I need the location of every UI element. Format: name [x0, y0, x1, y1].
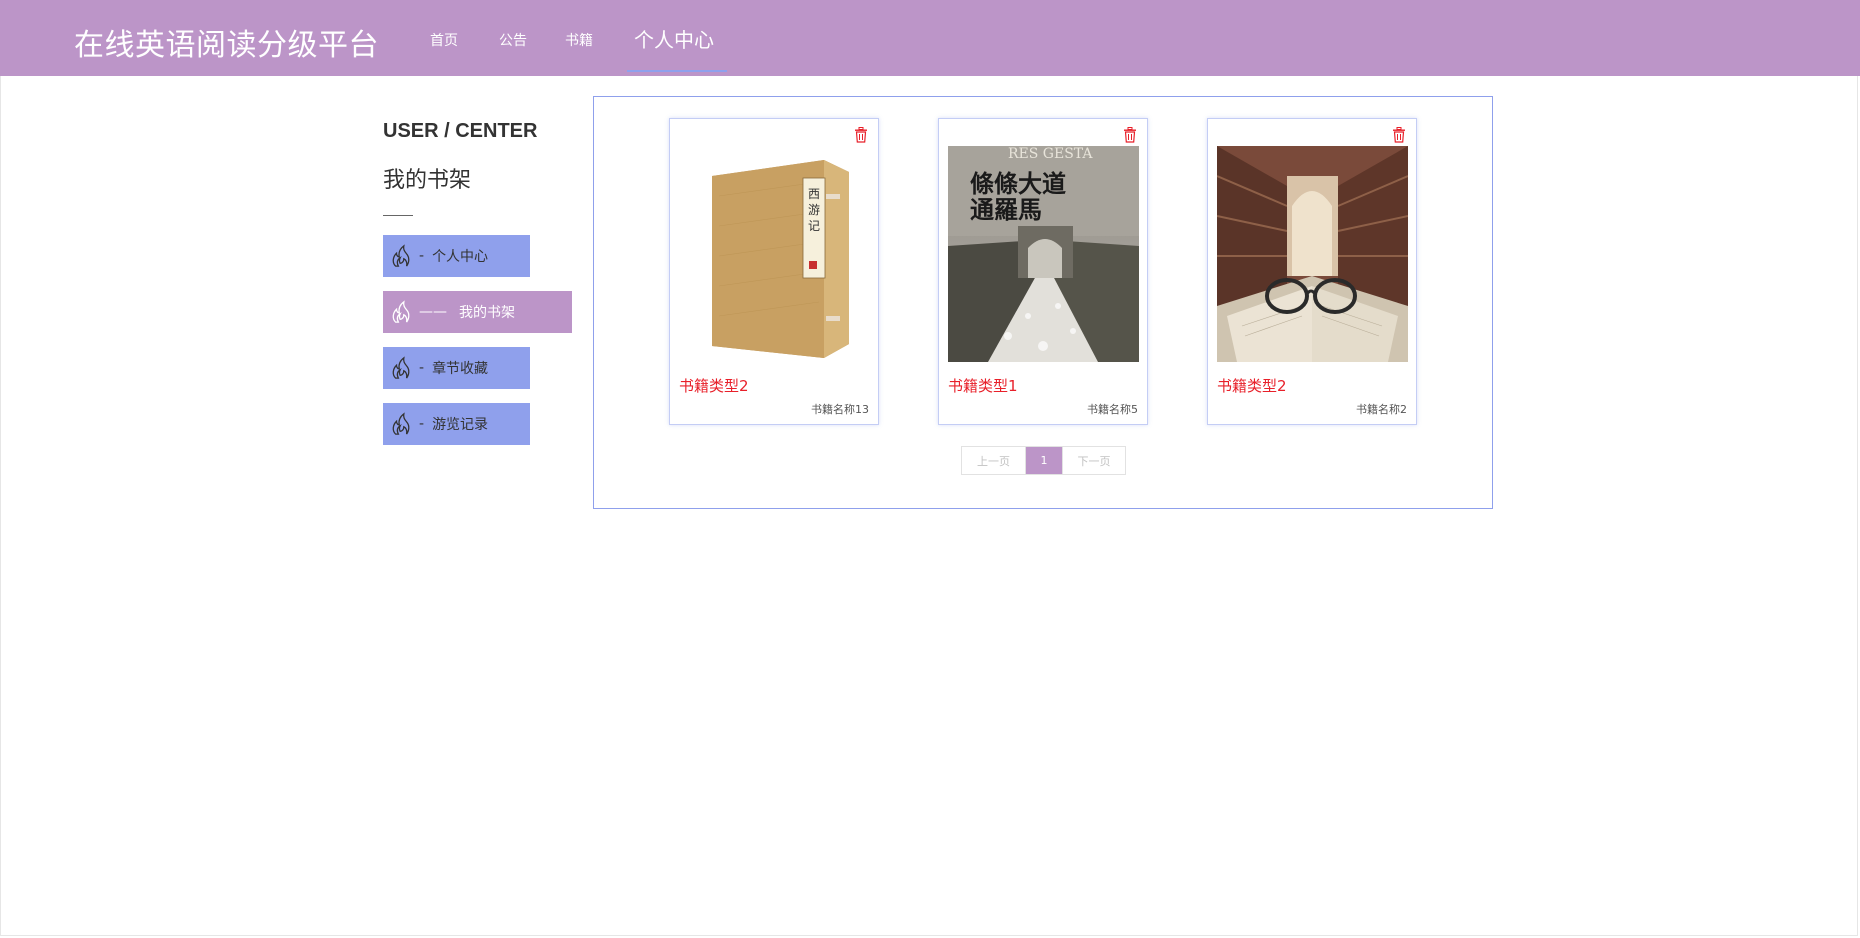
trash-icon[interactable] — [854, 127, 868, 143]
cover-title-char: 西 — [808, 187, 820, 201]
next-page-button[interactable]: 下一页 — [1062, 447, 1125, 474]
sidebar-divider — [383, 215, 413, 216]
book-cover[interactable] — [1217, 146, 1408, 362]
cover-latin-text: RES GESTA — [1008, 146, 1093, 162]
prev-page-button[interactable]: 上一页 — [962, 447, 1026, 474]
sidebar-item-my-bookshelf[interactable]: —— 我的书架 — [383, 291, 572, 333]
nav-books[interactable]: 书籍 — [565, 30, 593, 50]
sidebar-title-en: USER / CENTER — [383, 120, 538, 142]
sidebar-item-dash: - — [419, 248, 425, 264]
sidebar-item-browse-history[interactable]: - 游览记录 — [383, 403, 530, 445]
book-card[interactable]: 书籍类型2 书籍名称2 — [1207, 118, 1417, 425]
pagination: 上一页 1 下一页 — [961, 446, 1126, 475]
nav-active-indicator — [627, 70, 727, 72]
book-cover[interactable]: RES GESTA 條條大道 通羅馬 — [948, 146, 1139, 362]
book-name: 书籍名称5 — [1087, 403, 1138, 416]
current-page[interactable]: 1 — [1026, 447, 1062, 474]
flame-icon — [392, 244, 410, 267]
cover-title-char: 记 — [808, 219, 820, 233]
cover-title-char: 游 — [808, 203, 820, 217]
book-cover[interactable]: 西 游 记 — [679, 146, 870, 362]
sidebar-item-label: 我的书架 — [459, 305, 515, 321]
sidebar-title-cn: 我的书架 — [383, 168, 472, 193]
sidebar-item-user-center[interactable]: - 个人中心 — [383, 235, 530, 277]
book-name: 书籍名称2 — [1356, 403, 1407, 416]
sidebar-item-chapter-favorites[interactable]: - 章节收藏 — [383, 347, 530, 389]
trash-icon[interactable] — [1392, 127, 1406, 143]
book-type[interactable]: 书籍类型1 — [948, 375, 1018, 396]
cover-title-line-2: 通羅馬 — [970, 195, 1042, 224]
sidebar-item-dash: - — [419, 360, 425, 376]
flame-icon — [392, 412, 410, 435]
flame-icon — [392, 356, 410, 379]
site-title[interactable]: 在线英语阅读分级平台 — [74, 20, 379, 64]
boxed-book-xiyouji-cover: 西 游 记 — [679, 146, 870, 362]
nav-announcement[interactable]: 公告 — [499, 30, 527, 50]
book-name: 书籍名称13 — [811, 403, 869, 416]
flame-icon — [392, 300, 410, 323]
nav-home[interactable]: 首页 — [430, 30, 458, 50]
sidebar-item-dash: —— — [419, 304, 447, 320]
book-card[interactable]: RES GESTA 條條大道 通羅馬 书籍类型1 书籍名称5 — [938, 118, 1148, 425]
sidebar-item-label: 章节收藏 — [432, 361, 489, 377]
cover-title-line-1: 條條大道 — [970, 169, 1066, 198]
book-type[interactable]: 书籍类型2 — [679, 375, 749, 396]
sidebar-item-dash: - — [419, 416, 425, 432]
book-card[interactable]: 西 游 记 书籍类型2 书籍名称13 — [669, 118, 879, 425]
roman-road-book-cover: RES GESTA 條條大道 通羅馬 — [948, 146, 1139, 362]
sidebar-item-label: 游览记录 — [432, 417, 489, 433]
sidebar-item-label: 个人中心 — [432, 249, 489, 265]
book-type[interactable]: 书籍类型2 — [1217, 375, 1287, 396]
trash-icon[interactable] — [1123, 127, 1137, 143]
bookshelf-panel: 西 游 记 书籍类型2 书籍名称13 RES GESTA 條條大道 通羅馬 书籍… — [593, 96, 1493, 509]
library-glasses-cover — [1217, 146, 1408, 362]
nav-user-center[interactable]: 个人中心 — [634, 24, 714, 53]
top-nav-bar: 在线英语阅读分级平台 首页 公告 书籍 个人中心 — [0, 0, 1860, 76]
